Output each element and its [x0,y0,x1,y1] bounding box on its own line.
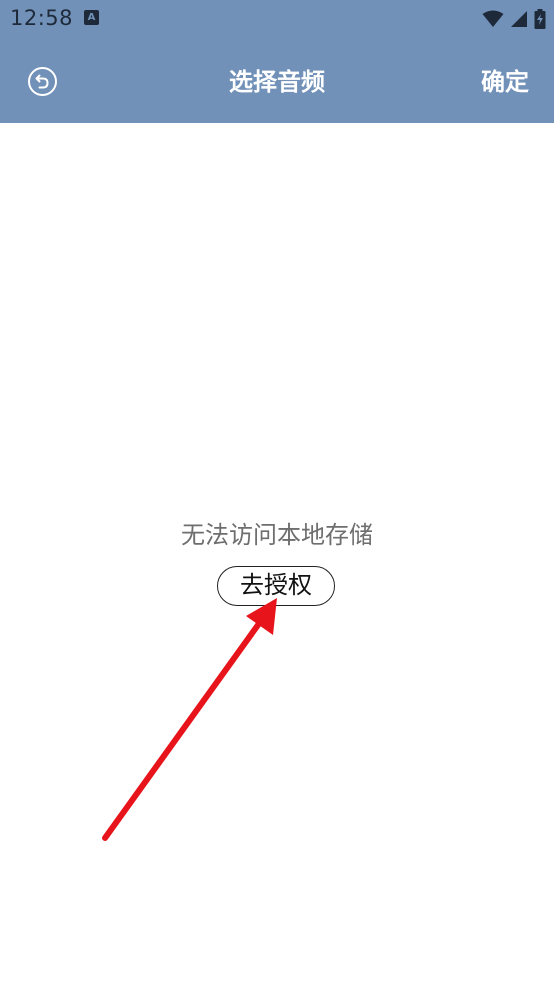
storage-access-message: 无法访问本地存储 [181,521,373,549]
battery-charging-icon [534,9,546,29]
a-letter-icon: A [84,10,99,25]
confirm-button[interactable]: 确定 [481,62,529,97]
title-bar: 选择音频 确定 [0,38,554,123]
status-icons [482,7,546,31]
content-area: 无法访问本地存储 去授权 [0,123,554,984]
wifi-icon [482,10,504,27]
status-time: 12:58 [10,6,74,30]
authorize-button[interactable]: 去授权 [217,566,335,606]
screen: 12:58 A 选择音频 确定 无法访问本地存储 去授权 [0,0,554,984]
page-title: 选择音频 [229,68,325,96]
signal-icon [511,11,527,27]
status-bar: 12:58 A [0,0,554,38]
